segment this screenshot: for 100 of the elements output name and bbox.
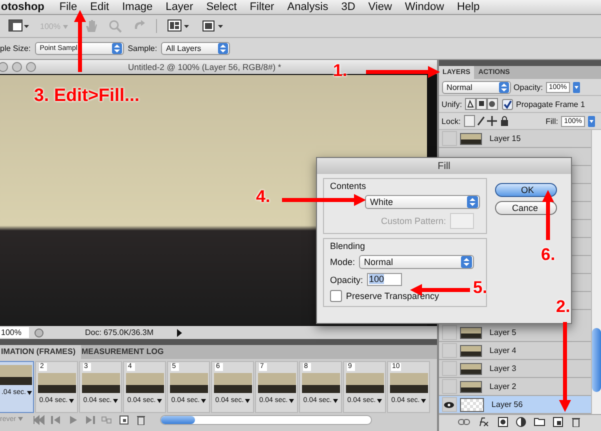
document-title: Untitled-2 @ 100% (Layer 56, RGB/8#) * xyxy=(128,62,282,72)
layer-row[interactable]: Layer 2 xyxy=(438,378,591,396)
panel-tab[interactable]: MEASUREMENT LOG xyxy=(80,345,169,359)
layer-row[interactable]: Layer 3 xyxy=(438,360,591,378)
checkmark-icon xyxy=(503,100,512,108)
use-dropdown[interactable]: White xyxy=(365,195,480,209)
menu-item[interactable]: Analysis xyxy=(287,1,328,13)
menu-item[interactable]: Filter xyxy=(250,1,274,13)
stepper-icon xyxy=(461,256,472,268)
menu-item[interactable]: Select xyxy=(206,1,237,13)
menu-item[interactable]: 3D xyxy=(341,1,356,13)
menu-item[interactable]: Layer xyxy=(166,1,194,13)
frame-thumbnail xyxy=(258,373,296,393)
preserve-transparency-label: Preserve Transparency xyxy=(346,291,440,301)
frame-thumbnail xyxy=(390,373,428,393)
layer-name: Layer 56 xyxy=(492,400,523,409)
screen-frame-icon[interactable] xyxy=(201,19,225,33)
stepper-icon xyxy=(112,43,122,54)
visibility-toggle[interactable] xyxy=(442,325,457,340)
previous-frame-icon[interactable] xyxy=(50,414,62,424)
caret-icon xyxy=(244,398,250,402)
first-frame-icon[interactable] xyxy=(33,414,45,424)
sample-size-label: ple Size: xyxy=(0,44,31,53)
annotation-label: 3. Edit>Fill... xyxy=(34,86,140,104)
trash-icon[interactable] xyxy=(135,414,147,424)
caret-icon xyxy=(332,398,338,402)
link-icon[interactable] xyxy=(458,418,470,426)
frame-thumbnail xyxy=(214,373,252,393)
layer-mask-icon[interactable] xyxy=(498,416,508,426)
caret-icon xyxy=(62,24,68,28)
scrollbar-thumb[interactable] xyxy=(592,328,601,392)
checkbox[interactable] xyxy=(330,290,342,302)
stepper-icon xyxy=(498,82,509,92)
menu-item[interactable]: Help xyxy=(457,1,480,13)
sample-label: Sample: xyxy=(128,44,158,53)
layer-thumbnail xyxy=(460,132,482,144)
screen-mode-icon[interactable] xyxy=(8,19,30,33)
sample-dropdown[interactable]: All Layers xyxy=(161,42,230,55)
menu-item[interactable]: File xyxy=(59,1,78,13)
unify-buttons-icon[interactable] xyxy=(465,98,499,110)
document-info: Doc: 675.0K/36.3M xyxy=(84,328,154,337)
dialog-title: Fill xyxy=(438,160,450,172)
menu-item[interactable]: Edit xyxy=(90,1,110,13)
annotation-label: 4. xyxy=(256,188,270,205)
layer-name: Layer 3 xyxy=(490,364,516,373)
next-frame-icon[interactable] xyxy=(84,414,96,424)
visibility-toggle[interactable] xyxy=(442,379,457,394)
new-frame-icon[interactable] xyxy=(118,414,130,424)
annotation-label: 5. xyxy=(473,279,488,296)
lock-label: Lock: xyxy=(442,116,461,126)
visibility-toggle[interactable] xyxy=(442,343,457,358)
folder-icon[interactable] xyxy=(534,417,546,426)
arrange-documents-icon[interactable] xyxy=(167,19,191,33)
annotation-label: 2. xyxy=(556,298,570,315)
caret-icon xyxy=(200,398,206,402)
group-label: Blending xyxy=(330,241,366,251)
mode-label: Mode: xyxy=(330,257,356,267)
layer-thumbnail xyxy=(460,362,482,374)
propagate-label: Propagate Frame 1 xyxy=(516,100,585,108)
scrollbar-thumb[interactable] xyxy=(161,416,195,424)
cancel-button[interactable]: Cance xyxy=(495,201,557,215)
adjustment-layer-icon[interactable] xyxy=(516,416,526,426)
checkbox[interactable] xyxy=(502,98,513,110)
app-name[interactable]: otoshop xyxy=(1,1,44,13)
frame-thumbnail xyxy=(302,373,340,393)
layer-thumbnail xyxy=(460,344,482,356)
opacity-input[interactable]: 100 xyxy=(367,273,402,286)
fill-label: Fill: xyxy=(546,116,558,126)
frame-thumbnail xyxy=(126,373,164,393)
lock-buttons-icon[interactable] xyxy=(464,115,510,127)
visibility-toggle[interactable] xyxy=(442,131,457,146)
layer-row[interactable]: Layer 15 xyxy=(438,130,591,148)
menu-item[interactable]: Window xyxy=(404,1,444,13)
stepper-icon xyxy=(218,43,228,54)
visibility-toggle[interactable] xyxy=(442,361,457,376)
caret-icon xyxy=(68,398,74,402)
preview-icon[interactable] xyxy=(33,328,45,338)
blend-mode-dropdown[interactable]: Normal xyxy=(442,80,511,94)
stepper-icon xyxy=(467,196,478,208)
frame-thumbnail xyxy=(82,373,120,393)
tween-icon[interactable] xyxy=(101,414,113,424)
caret-icon xyxy=(156,398,162,402)
trash-icon[interactable] xyxy=(571,416,582,426)
mode-dropdown[interactable]: Normal xyxy=(359,255,474,269)
visibility-toggle[interactable] xyxy=(442,397,457,412)
layer-style-icon[interactable] xyxy=(478,416,490,426)
ok-button[interactable]: OK xyxy=(495,183,557,197)
layer-thumbnail xyxy=(460,326,482,338)
panel-tab[interactable]: IMATION (FRAMES) xyxy=(0,345,81,359)
play-triangle-icon[interactable] xyxy=(175,328,183,338)
eye-icon xyxy=(444,402,454,408)
new-layer-icon[interactable] xyxy=(553,416,564,426)
layer-row[interactable]: Layer 4 xyxy=(438,342,591,360)
layer-row[interactable]: Layer 5 xyxy=(438,324,591,342)
menu-item[interactable]: View xyxy=(368,1,392,13)
zoom-field[interactable]: 100% xyxy=(0,327,29,338)
layer-name: Layer 4 xyxy=(490,346,516,355)
menu-item[interactable]: Image xyxy=(122,1,153,13)
layer-row[interactable]: Layer 56 xyxy=(438,396,591,414)
annotation-label: 6. xyxy=(541,246,556,263)
